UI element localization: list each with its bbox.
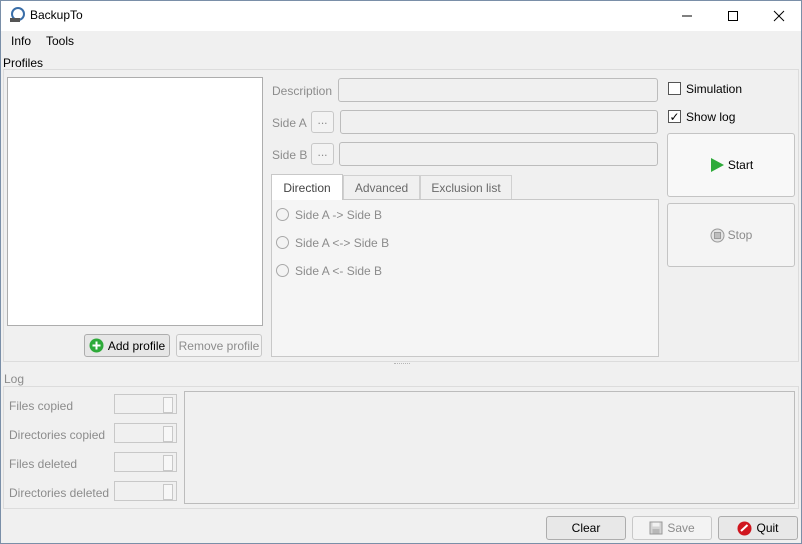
side-b-label: Side B bbox=[272, 148, 308, 162]
play-icon bbox=[710, 158, 724, 172]
simulation-checkbox[interactable] bbox=[668, 82, 681, 95]
stop-label: Stop bbox=[727, 228, 753, 242]
checkmark-icon: ✓ bbox=[669, 109, 680, 124]
show-log-label: Show log bbox=[686, 110, 736, 124]
log-label: Log bbox=[4, 372, 25, 386]
radio-a-both-b-label: Side A <-> Side B bbox=[295, 236, 390, 250]
log-output[interactable] bbox=[184, 391, 795, 504]
close-icon bbox=[773, 10, 785, 22]
radio-a-to-b[interactable] bbox=[276, 208, 289, 221]
remove-profile-button[interactable]: Remove profile bbox=[176, 334, 262, 357]
app-icon bbox=[8, 6, 26, 24]
save-icon bbox=[649, 521, 663, 535]
tab-exclusion-list[interactable]: Exclusion list bbox=[420, 175, 512, 200]
clear-label: Clear bbox=[571, 521, 601, 535]
window-title: BackupTo bbox=[30, 8, 83, 22]
files-copied-label: Files copied bbox=[9, 399, 74, 413]
save-label: Save bbox=[667, 521, 695, 535]
stop-icon bbox=[710, 228, 725, 242]
dirs-copied-value bbox=[114, 423, 177, 443]
description-input[interactable] bbox=[338, 78, 658, 102]
dirs-copied-label: Directories copied bbox=[9, 428, 106, 442]
files-deleted-value bbox=[114, 452, 177, 472]
side-a-browse-button[interactable]: ... bbox=[311, 111, 334, 133]
menu-info[interactable]: Info bbox=[11, 34, 31, 48]
quit-button[interactable]: Quit bbox=[718, 516, 798, 540]
menu-tools[interactable]: Tools bbox=[46, 34, 74, 48]
add-icon bbox=[89, 338, 104, 353]
direction-panel bbox=[271, 199, 659, 357]
side-b-browse-button[interactable]: ... bbox=[311, 143, 334, 165]
side-a-input[interactable] bbox=[340, 110, 658, 134]
menu-bar bbox=[1, 31, 801, 52]
add-profile-label: Add profile bbox=[107, 338, 166, 353]
start-button[interactable]: Start bbox=[667, 133, 795, 197]
remove-profile-label: Remove profile bbox=[178, 338, 260, 353]
quit-label: Quit bbox=[756, 521, 779, 535]
clear-button[interactable]: Clear bbox=[546, 516, 626, 540]
minimize-icon bbox=[682, 15, 692, 17]
maximize-button[interactable] bbox=[710, 1, 756, 31]
splitter-handle[interactable] bbox=[394, 363, 410, 365]
start-label: Start bbox=[727, 158, 754, 172]
side-a-label: Side A bbox=[272, 116, 307, 130]
radio-b-to-a[interactable] bbox=[276, 264, 289, 277]
close-button[interactable] bbox=[756, 1, 802, 31]
files-deleted-label: Files deleted bbox=[9, 457, 78, 471]
radio-a-to-b-label: Side A -> Side B bbox=[295, 208, 383, 222]
minimize-button[interactable] bbox=[664, 1, 710, 31]
tab-advanced[interactable]: Advanced bbox=[343, 175, 420, 200]
dirs-deleted-label: Directories deleted bbox=[9, 486, 110, 500]
profiles-label: Profiles bbox=[3, 56, 44, 70]
description-label: Description bbox=[272, 84, 333, 98]
files-copied-value bbox=[114, 394, 177, 414]
tab-direction[interactable]: Direction bbox=[271, 174, 343, 200]
profile-list[interactable] bbox=[7, 77, 263, 326]
side-b-input[interactable] bbox=[339, 142, 658, 166]
quit-icon bbox=[737, 521, 752, 535]
stop-button[interactable]: Stop bbox=[667, 203, 795, 267]
maximize-icon bbox=[728, 11, 738, 21]
add-profile-button[interactable]: Add profile bbox=[84, 334, 170, 357]
radio-a-both-b[interactable] bbox=[276, 236, 289, 249]
simulation-label: Simulation bbox=[686, 82, 743, 96]
save-button[interactable]: Save bbox=[632, 516, 712, 540]
radio-b-to-a-label: Side A <- Side B bbox=[295, 264, 383, 278]
show-log-checkbox[interactable]: ✓ bbox=[668, 110, 681, 123]
dirs-deleted-value bbox=[114, 481, 177, 501]
